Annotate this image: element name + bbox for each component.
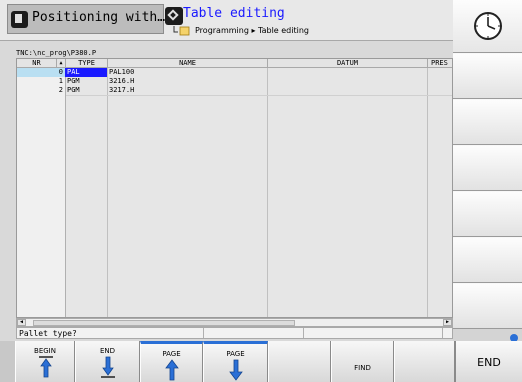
row-2-type[interactable]: PGM — [65, 86, 107, 95]
empty-softkey-1[interactable] — [268, 341, 331, 382]
column-header-type[interactable]: TYPE — [66, 59, 108, 68]
row-1-type[interactable]: PGM — [65, 77, 107, 86]
row-0-type-selected[interactable]: PAL — [65, 68, 107, 77]
nr-column-background — [17, 68, 66, 317]
mode-title: Table editing — [183, 6, 285, 21]
right-softkey-1[interactable] — [453, 53, 522, 99]
column-divider — [267, 68, 268, 317]
status-divider — [442, 328, 443, 338]
row-2-name[interactable]: 3217.H — [108, 86, 267, 95]
begin-softkey[interactable]: BEGIN — [15, 341, 75, 382]
right-softkey-2[interactable] — [453, 99, 522, 145]
sort-arrow-icon: ▲ — [57, 59, 66, 68]
status-message: Pallet type? — [19, 329, 77, 338]
file-path: TNC:\nc_prog\P380.P — [16, 49, 97, 57]
scroll-right-arrow-icon[interactable]: ▶ — [443, 319, 452, 326]
status-divider — [303, 328, 304, 338]
scroll-left-arrow-icon[interactable]: ◀ — [17, 319, 26, 326]
page-up-softkey[interactable]: PAGE — [140, 341, 203, 382]
column-divider — [107, 68, 108, 317]
end-main-softkey[interactable]: END — [455, 341, 522, 382]
find-softkey[interactable]: FIND — [331, 341, 394, 382]
row-0-nr[interactable]: 0 — [17, 68, 65, 77]
begin-label: BEGIN — [34, 347, 56, 355]
empty-softkey-2[interactable] — [394, 341, 455, 382]
arrow-up-icon — [165, 359, 179, 381]
mode-positioning-label: Positioning with… — [32, 10, 166, 25]
right-softkey-3[interactable] — [453, 145, 522, 191]
row-2-nr[interactable]: 2 — [17, 86, 65, 95]
column-header-name[interactable]: NAME — [108, 59, 268, 68]
arrow-down-to-bottom-icon — [101, 356, 115, 378]
scrollbar-thumb[interactable] — [33, 320, 295, 326]
page-down-label: PAGE — [226, 350, 245, 358]
find-label: FIND — [354, 364, 371, 372]
mode-positioning-button[interactable]: Positioning with… — [7, 4, 166, 34]
row-0-name[interactable]: PAL100 — [108, 68, 267, 77]
home-folder-icon — [173, 26, 190, 36]
row-1-name[interactable]: 3216.H — [108, 77, 267, 86]
clock-icon — [474, 12, 502, 40]
page-up-label: PAGE — [162, 350, 181, 358]
breadcrumb: Programming ▸ Table editing — [195, 26, 309, 35]
status-divider — [203, 328, 204, 338]
status-line — [16, 327, 453, 339]
end-label: END — [99, 347, 116, 355]
column-divider — [427, 68, 428, 317]
page-down-softkey[interactable]: PAGE — [203, 341, 268, 382]
arrow-down-icon — [229, 359, 243, 381]
right-softkey-5[interactable] — [453, 237, 522, 283]
right-softkey-4[interactable] — [453, 191, 522, 237]
column-header-pres[interactable]: PRES — [428, 59, 452, 68]
programming-mode-icon — [165, 7, 183, 25]
pallet-table[interactable]: NR ▲ TYPE NAME DATUM PRES 0 PAL PAL100 1… — [16, 58, 453, 318]
row-1-nr[interactable]: 1 — [17, 77, 65, 86]
column-header-nr[interactable]: NR — [17, 59, 57, 68]
column-header-datum[interactable]: DATUM — [268, 59, 428, 68]
end-softkey[interactable]: END — [75, 341, 140, 382]
positioning-mode-icon — [11, 11, 28, 28]
row-separator — [66, 95, 452, 96]
arrow-up-to-top-icon — [39, 356, 53, 378]
right-softkey-6[interactable] — [453, 283, 522, 329]
clock-softkey[interactable] — [453, 0, 522, 53]
end-main-label: END — [477, 356, 501, 369]
